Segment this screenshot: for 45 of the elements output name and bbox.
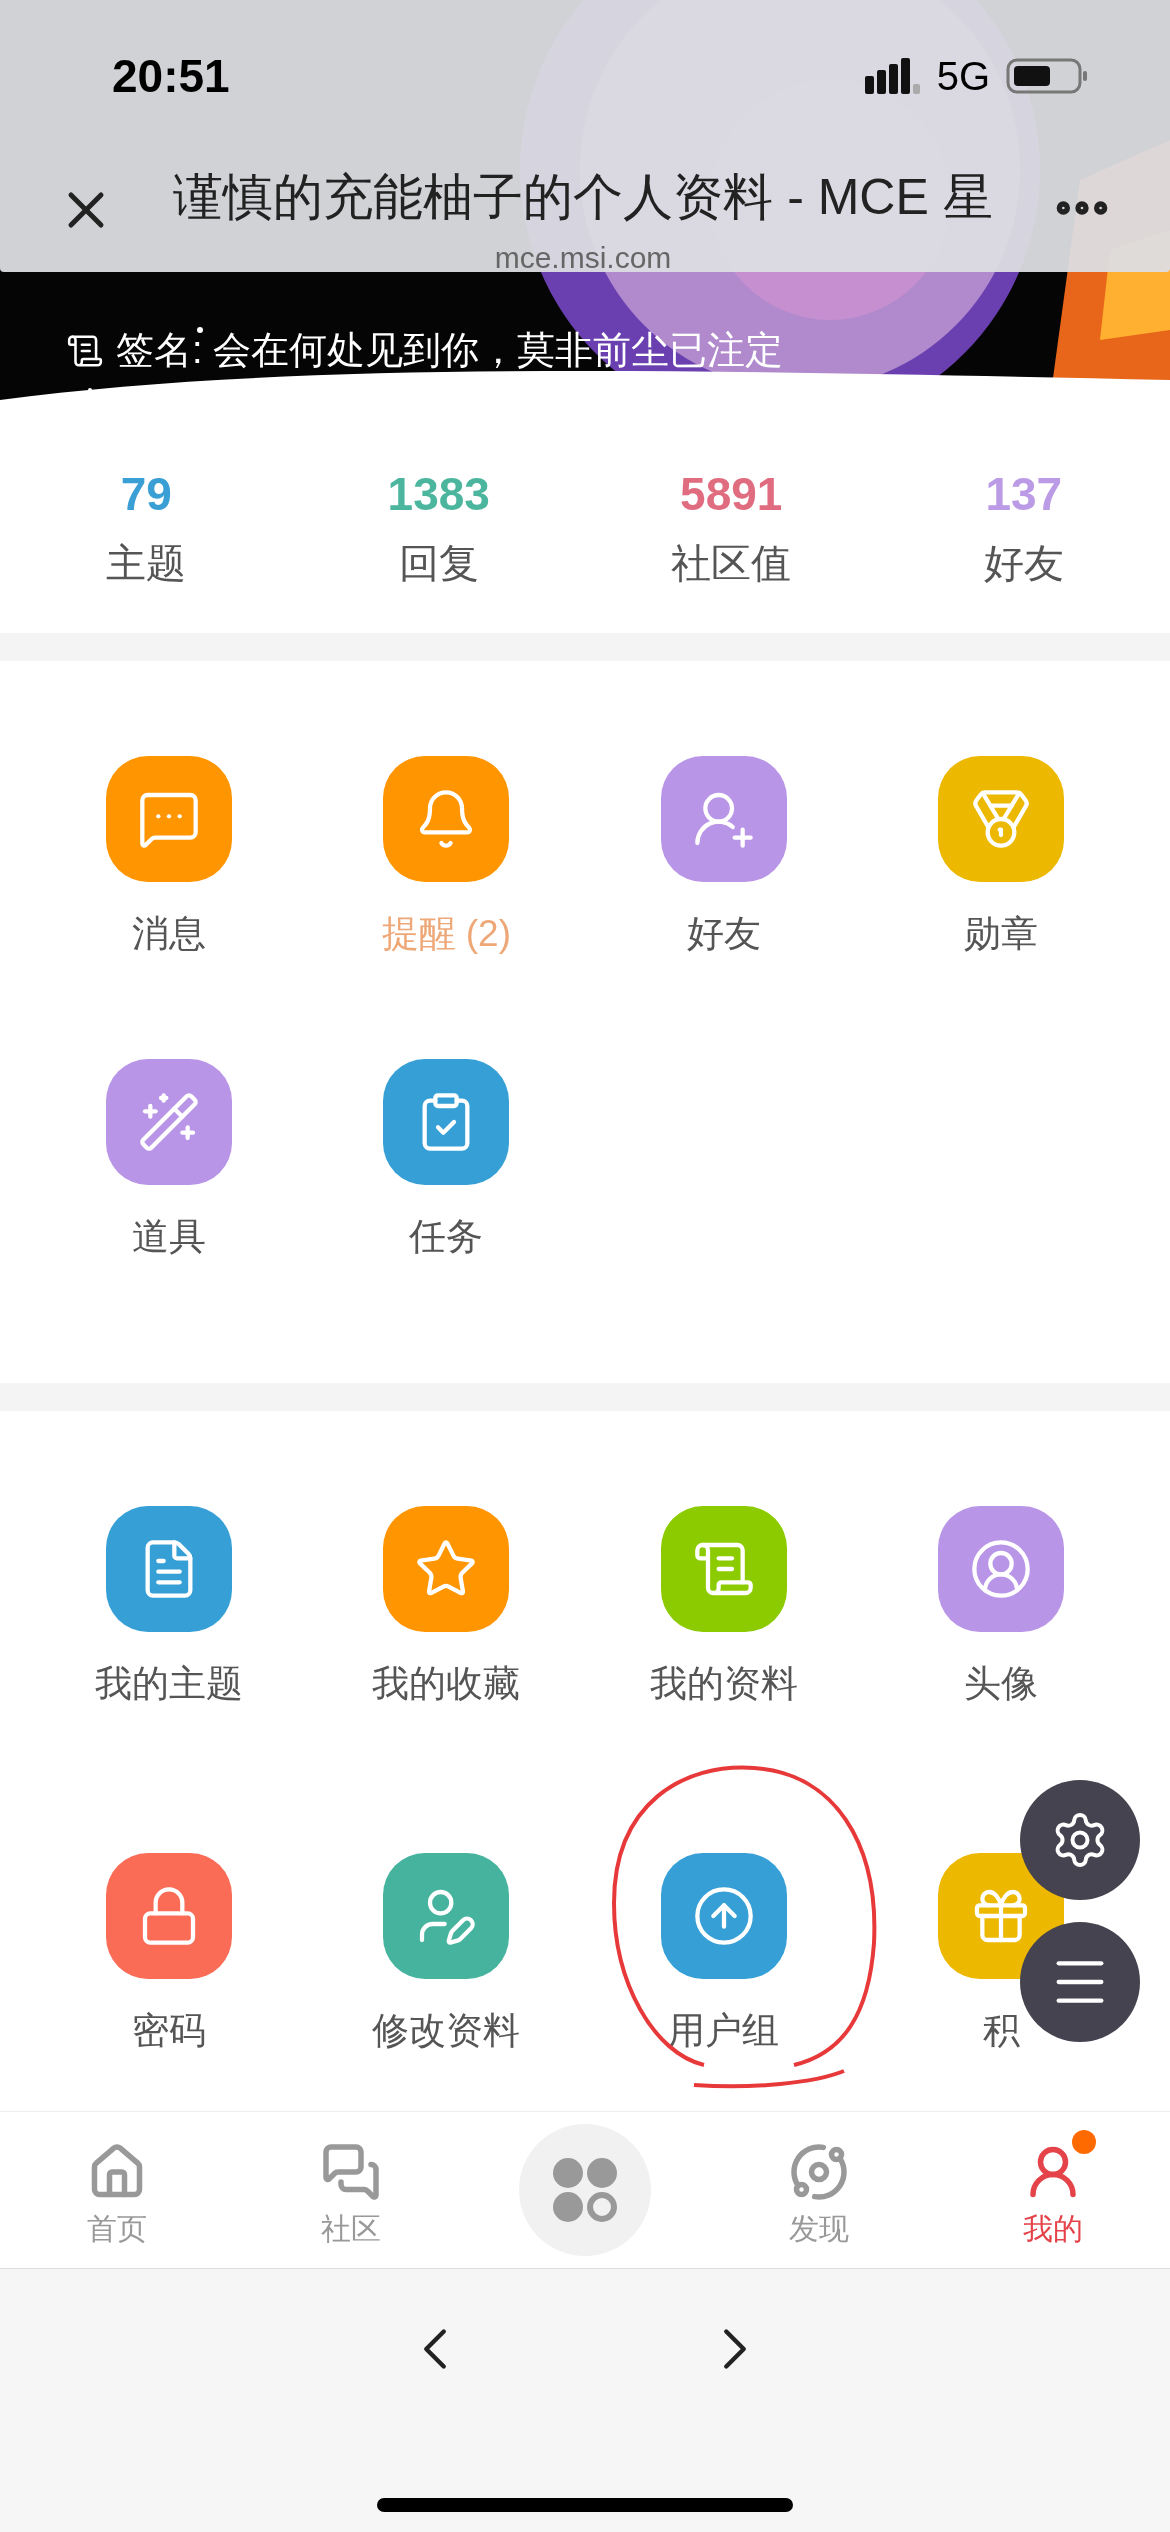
stat-value: 5891 xyxy=(680,467,783,522)
menu-label[interactable]: 用户组 xyxy=(668,2002,780,2058)
menu-tile-icon[interactable] xyxy=(938,1506,1065,1632)
tab-item[interactable]: 我的 xyxy=(936,2129,1170,2251)
menu-tile-icon[interactable] xyxy=(383,756,510,882)
menu-label[interactable]: 我的主题 xyxy=(94,1656,243,1712)
page-title: 谨慎的充能柚子的个人资料 - MCE 星 xyxy=(173,168,993,227)
stat-value: 137 xyxy=(985,467,1063,522)
menu-label[interactable]: 头像 xyxy=(964,1656,1039,1712)
planet-icon xyxy=(789,2141,849,2202)
stat-label: 社区值 xyxy=(671,540,792,587)
menu-tile-icon[interactable] xyxy=(105,1506,232,1632)
menu-tile-icon[interactable] xyxy=(938,756,1065,882)
menu-tile-icon[interactable] xyxy=(383,1506,510,1632)
signal-icon xyxy=(864,56,921,96)
stat-label: 主题 xyxy=(106,540,187,587)
menu-tile-icon[interactable] xyxy=(660,756,787,882)
network-label: 5G xyxy=(936,53,990,100)
stat-label: 回复 xyxy=(398,540,479,587)
menu-label[interactable]: 我的收藏 xyxy=(372,1656,521,1712)
menu-label[interactable]: 我的资料 xyxy=(649,1656,798,1712)
menu-label[interactable]: 密码 xyxy=(131,2002,206,2058)
menu-label[interactable]: 积 xyxy=(982,2002,1020,2058)
chat-icon xyxy=(321,2141,381,2202)
menu-tile-icon[interactable] xyxy=(105,1058,232,1185)
menu-tile-icon[interactable] xyxy=(660,1852,787,1979)
page-url: mce.msi.com xyxy=(494,240,672,276)
menu-label[interactable]: 勋章 xyxy=(964,906,1039,962)
status-time: 20:51 xyxy=(112,48,230,104)
signature-text: 签名: 会在何处见到你，莫非前尘已注定 xyxy=(116,328,784,373)
menu-label[interactable]: 道具 xyxy=(131,1208,206,1264)
stat-label: 好友 xyxy=(983,540,1064,587)
clover-icon xyxy=(550,2155,620,2225)
stat-value: 79 xyxy=(120,467,172,522)
menu-tile-icon[interactable] xyxy=(383,1852,510,1979)
menu-label[interactable]: 好友 xyxy=(686,906,761,962)
menu-tile-icon[interactable] xyxy=(383,1058,510,1185)
menu-label[interactable]: 任务 xyxy=(409,1208,484,1264)
menu-label[interactable]: 消息 xyxy=(131,906,206,962)
menu-tile-icon[interactable] xyxy=(660,1506,787,1632)
stat-value: 1383 xyxy=(387,467,490,522)
menu-label[interactable]: 修改资料 xyxy=(372,2002,521,2058)
menu-tile-icon[interactable] xyxy=(105,756,232,882)
battery-icon xyxy=(1006,56,1090,96)
menu-tile-icon[interactable] xyxy=(105,1852,232,1979)
